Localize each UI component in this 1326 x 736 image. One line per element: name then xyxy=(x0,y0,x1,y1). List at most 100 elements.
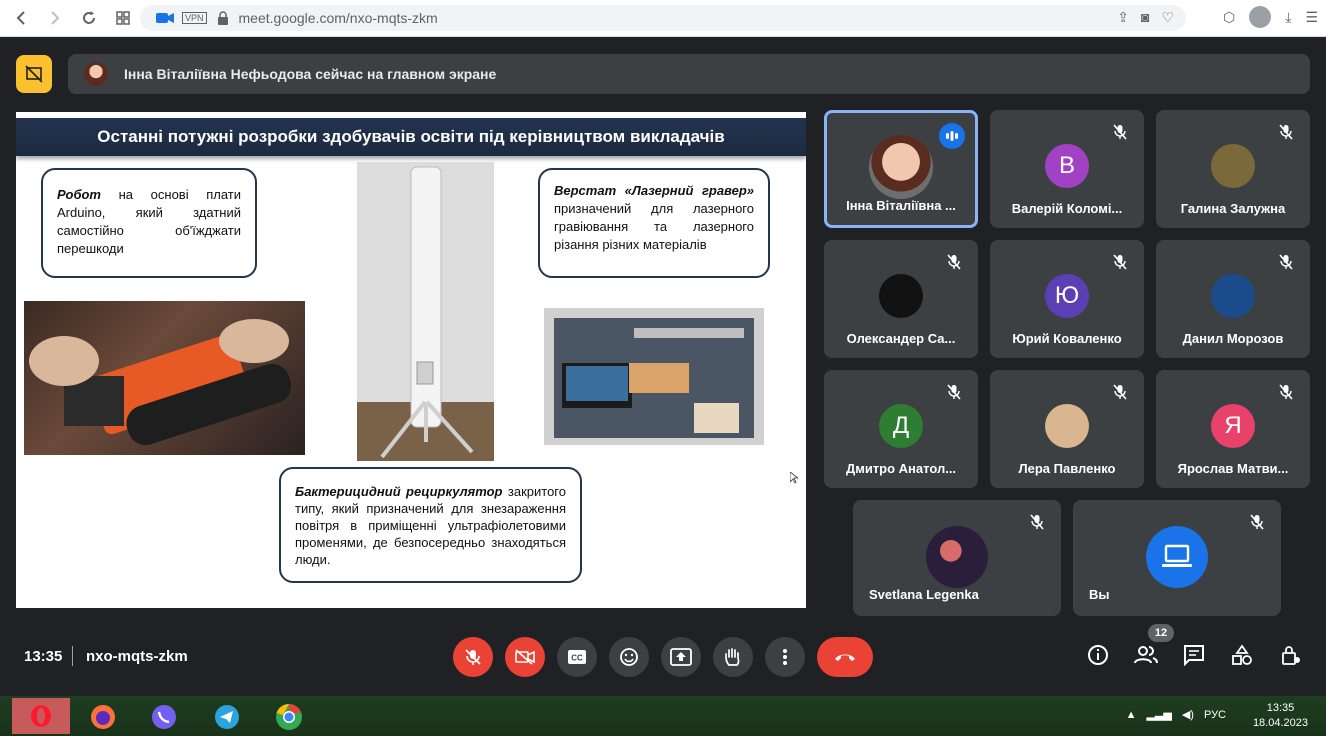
mic-muted-icon xyxy=(1276,382,1296,402)
host-controls-button[interactable] xyxy=(1278,642,1304,668)
volume-icon[interactable]: ◀) xyxy=(1182,708,1194,721)
windows-taskbar: ▲ ▂▃▅ ◀) РУС 13:35 18.04.2023 xyxy=(0,696,1326,736)
participant-avatar xyxy=(1211,274,1255,318)
participant-tile[interactable]: Лера Павленко xyxy=(990,370,1144,488)
mic-muted-icon xyxy=(944,252,964,272)
participant-tile[interactable]: Д Дмитро Анатол... xyxy=(824,370,978,488)
download-icon[interactable]: ⤓ xyxy=(1285,9,1291,26)
participant-avatar xyxy=(1146,526,1208,588)
participant-tile[interactable]: Данил Морозов xyxy=(1156,240,1310,358)
screenshot-icon[interactable]: ◙ xyxy=(1141,9,1149,26)
presentation-slide: Останні потужні розробки здобувачів осві… xyxy=(16,112,806,608)
meeting-code: nxo-mqts-zkm xyxy=(86,648,188,665)
participant-tile[interactable]: В Валерій Коломі... xyxy=(990,110,1144,228)
svg-text:CC: CC xyxy=(571,654,583,663)
opera-taskbar-app[interactable] xyxy=(12,698,70,734)
forward-button[interactable] xyxy=(38,1,72,35)
mic-muted-icon xyxy=(1247,512,1267,532)
participant-tile[interactable]: Ю Юрий Коваленко xyxy=(990,240,1144,358)
laser-text: призначений для лазерного гравіювання та… xyxy=(554,201,754,252)
profile-icon[interactable] xyxy=(1249,6,1272,28)
stop-presenting-button[interactable] xyxy=(16,55,52,93)
participant-name: Валерій Коломі... xyxy=(1011,201,1123,216)
signal-icon[interactable]: ▂▃▅ xyxy=(1146,708,1171,721)
telegram-icon xyxy=(215,705,239,729)
tabs-grid-button[interactable] xyxy=(106,1,140,35)
participant-name: Дмитро Анатол... xyxy=(845,461,957,476)
separator xyxy=(72,646,73,666)
mic-muted-icon xyxy=(1027,512,1047,532)
opera-icon xyxy=(31,705,51,727)
participant-name: Олександер Са... xyxy=(846,331,956,346)
viber-taskbar-app[interactable] xyxy=(147,700,181,734)
box-icon[interactable]: ⬡ xyxy=(1223,9,1235,26)
more-options-button[interactable] xyxy=(765,637,805,677)
firefox-taskbar-app[interactable] xyxy=(86,700,120,734)
camera-toggle-button[interactable] xyxy=(505,637,545,677)
participant-tile[interactable]: Вы xyxy=(1073,500,1281,616)
participant-avatar xyxy=(926,526,988,588)
slide-title: Останні потужні розробки здобувачів осві… xyxy=(16,118,806,156)
present-screen-icon xyxy=(670,648,692,666)
participant-tile[interactable]: Я Ярослав Матви... xyxy=(1156,370,1310,488)
more-vert-icon xyxy=(783,649,787,665)
participant-tile[interactable]: Інна Віталіївна ... xyxy=(824,110,978,228)
url-text[interactable]: meet.google.com/nxo-mqts-zkm xyxy=(239,10,438,26)
participant-avatar: Ю xyxy=(1045,274,1089,318)
chrome-taskbar-app[interactable] xyxy=(272,700,306,734)
reactions-button[interactable] xyxy=(609,637,649,677)
share-icon[interactable]: ⇪ xyxy=(1117,9,1129,26)
participant-avatar xyxy=(1211,144,1255,188)
camera-icon xyxy=(156,13,174,23)
language-indicator[interactable]: РУС xyxy=(1204,709,1226,721)
raise-hand-button[interactable] xyxy=(713,637,753,677)
lock-icon xyxy=(217,11,228,25)
mic-muted-icon xyxy=(1110,382,1130,402)
participant-tile[interactable]: Галина Залужна xyxy=(1156,110,1310,228)
chat-button[interactable] xyxy=(1181,642,1207,668)
address-bar[interactable]: VPN meet.google.com/nxo-mqts-zkm ⇪ ◙ ♡ xyxy=(140,5,1186,31)
browser-toolbar: VPN meet.google.com/nxo-mqts-zkm ⇪ ◙ ♡ ⬡… xyxy=(0,0,1326,37)
participant-name: Галина Залужна xyxy=(1180,201,1286,216)
menu-icon[interactable]: ☰ xyxy=(1305,9,1318,26)
telegram-taskbar-app[interactable] xyxy=(210,700,244,734)
participant-name: Інна Віталіївна ... xyxy=(846,198,956,213)
vpn-badge[interactable]: VPN xyxy=(182,12,207,24)
participant-tile[interactable]: Svetlana Legenka xyxy=(853,500,1061,616)
participant-tile[interactable]: Олександер Са... xyxy=(824,240,978,358)
hand-icon xyxy=(725,648,740,666)
reload-button[interactable] xyxy=(72,1,106,35)
laser-bold: Верстат «Лазерний гравер» xyxy=(554,183,754,198)
presenter-text: Інна Віталіївна Нефьодова сейчас на глав… xyxy=(124,66,497,82)
robot-bold: Робот xyxy=(57,187,101,202)
participant-name: Ярослав Матви... xyxy=(1177,461,1289,476)
participant-name: Лера Павленко xyxy=(1018,461,1116,476)
participant-avatar xyxy=(879,274,923,318)
chrome-icon xyxy=(276,703,302,730)
participant-name: Юрий Коваленко xyxy=(1012,331,1122,346)
participant-avatar: В xyxy=(1045,144,1089,188)
meeting-time: 13:35 xyxy=(24,648,63,665)
back-button[interactable] xyxy=(4,1,38,35)
leave-call-button[interactable] xyxy=(817,637,873,677)
camera-off-icon xyxy=(515,649,535,665)
viber-icon xyxy=(152,705,176,729)
participant-avatar xyxy=(1045,404,1089,448)
tray-arrow-icon[interactable]: ▲ xyxy=(1126,709,1137,721)
speaking-indicator-icon xyxy=(939,123,965,149)
mic-toggle-button[interactable] xyxy=(453,637,493,677)
captions-button[interactable]: CC xyxy=(557,637,597,677)
recirculator-bold: Бактерицидний рециркулятор xyxy=(295,484,503,499)
clock-date: 18.04.2023 xyxy=(1252,717,1308,729)
heart-icon[interactable]: ♡ xyxy=(1161,9,1174,26)
recirculator-photo xyxy=(357,162,494,461)
activities-button[interactable] xyxy=(1229,642,1255,668)
activities-icon xyxy=(1232,644,1252,665)
people-button[interactable] xyxy=(1133,642,1159,668)
present-button[interactable] xyxy=(661,637,701,677)
mic-muted-icon xyxy=(944,382,964,402)
meeting-info-button[interactable] xyxy=(1085,642,1111,668)
system-clock[interactable]: 13:35 18.04.2023 xyxy=(1253,701,1308,731)
back-icon xyxy=(16,11,25,25)
cursor-icon xyxy=(790,472,798,484)
